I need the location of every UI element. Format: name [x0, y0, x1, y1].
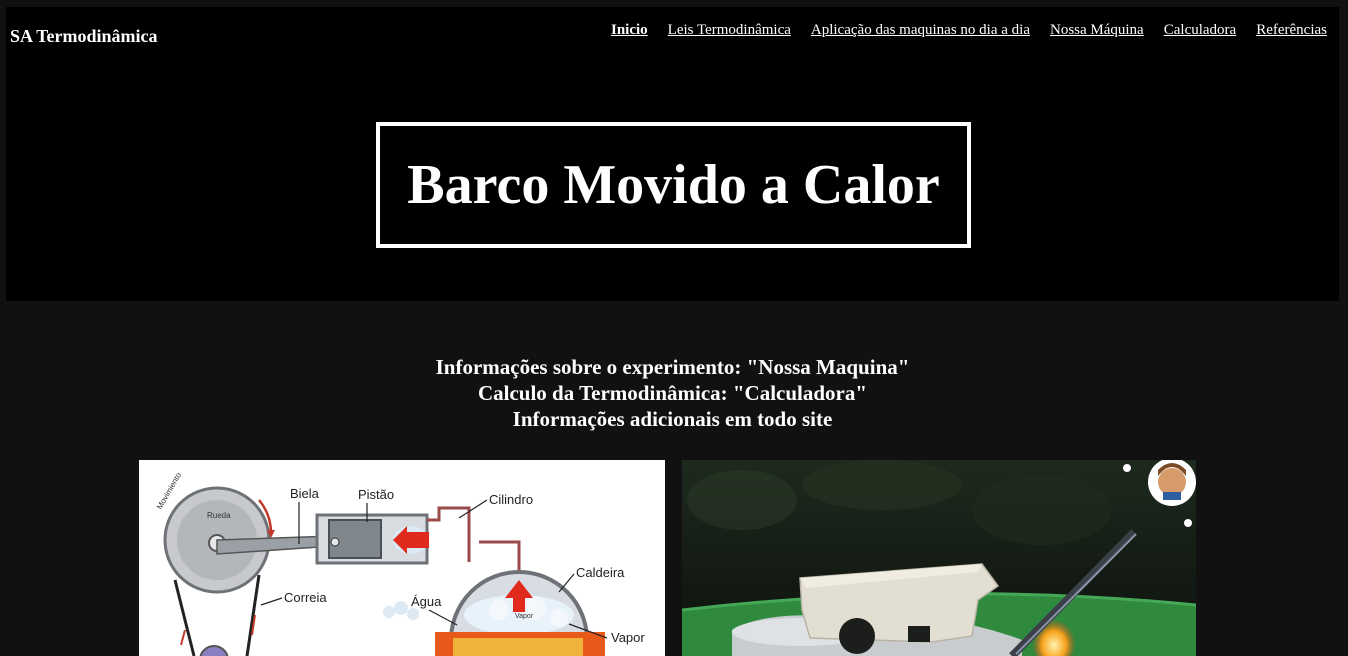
boat-photo	[682, 460, 1196, 656]
nav-link-aplicacao[interactable]: Aplicação das maquinas no dia a dia	[811, 22, 1030, 39]
hero-banner: Barco Movido a Calor	[376, 122, 971, 248]
info-line-additional: Informações adicionais em todo site	[512, 407, 833, 431]
label-rueda: Rueda	[207, 511, 231, 520]
hero-title: Barco Movido a Calor	[407, 154, 940, 216]
label-biela: Biela	[290, 486, 320, 501]
label-agua: Água	[411, 594, 442, 609]
label-correia: Correia	[284, 590, 327, 605]
info-section: Informações sobre o experimento: "Nossa …	[0, 354, 1345, 432]
header: SA Termodinâmica Inicio Leis Termodinâmi…	[6, 7, 1339, 301]
steam-engine-diagram: Rueda Movimiento Vapor Biela Pistão Cili…	[139, 460, 665, 656]
site-brand[interactable]: SA Termodinâmica	[10, 26, 158, 47]
label-cilindro: Cilindro	[489, 492, 533, 507]
label-vapor-small: Vapor	[515, 613, 534, 620]
info-line-experiment: Informações sobre o experimento: "Nossa …	[435, 355, 910, 379]
nav-link-inicio[interactable]: Inicio	[611, 22, 648, 39]
nav-link-calculadora[interactable]: Calculadora	[1164, 22, 1236, 39]
nav-link-referencias[interactable]: Referências	[1256, 22, 1327, 39]
main-nav: Inicio Leis Termodinâmica Aplicação das …	[611, 22, 1327, 39]
avatar	[1158, 468, 1186, 496]
info-line-calculator: Calculo da Termodinâmica: "Calculadora"	[477, 381, 868, 405]
nav-link-leis[interactable]: Leis Termodinâmica	[668, 22, 791, 39]
nav-link-nossa-maquina[interactable]: Nossa Máquina	[1050, 22, 1144, 39]
label-vapor: Vapor	[611, 630, 645, 645]
label-pistao: Pistão	[358, 487, 394, 502]
label-caldeira: Caldeira	[576, 565, 625, 580]
